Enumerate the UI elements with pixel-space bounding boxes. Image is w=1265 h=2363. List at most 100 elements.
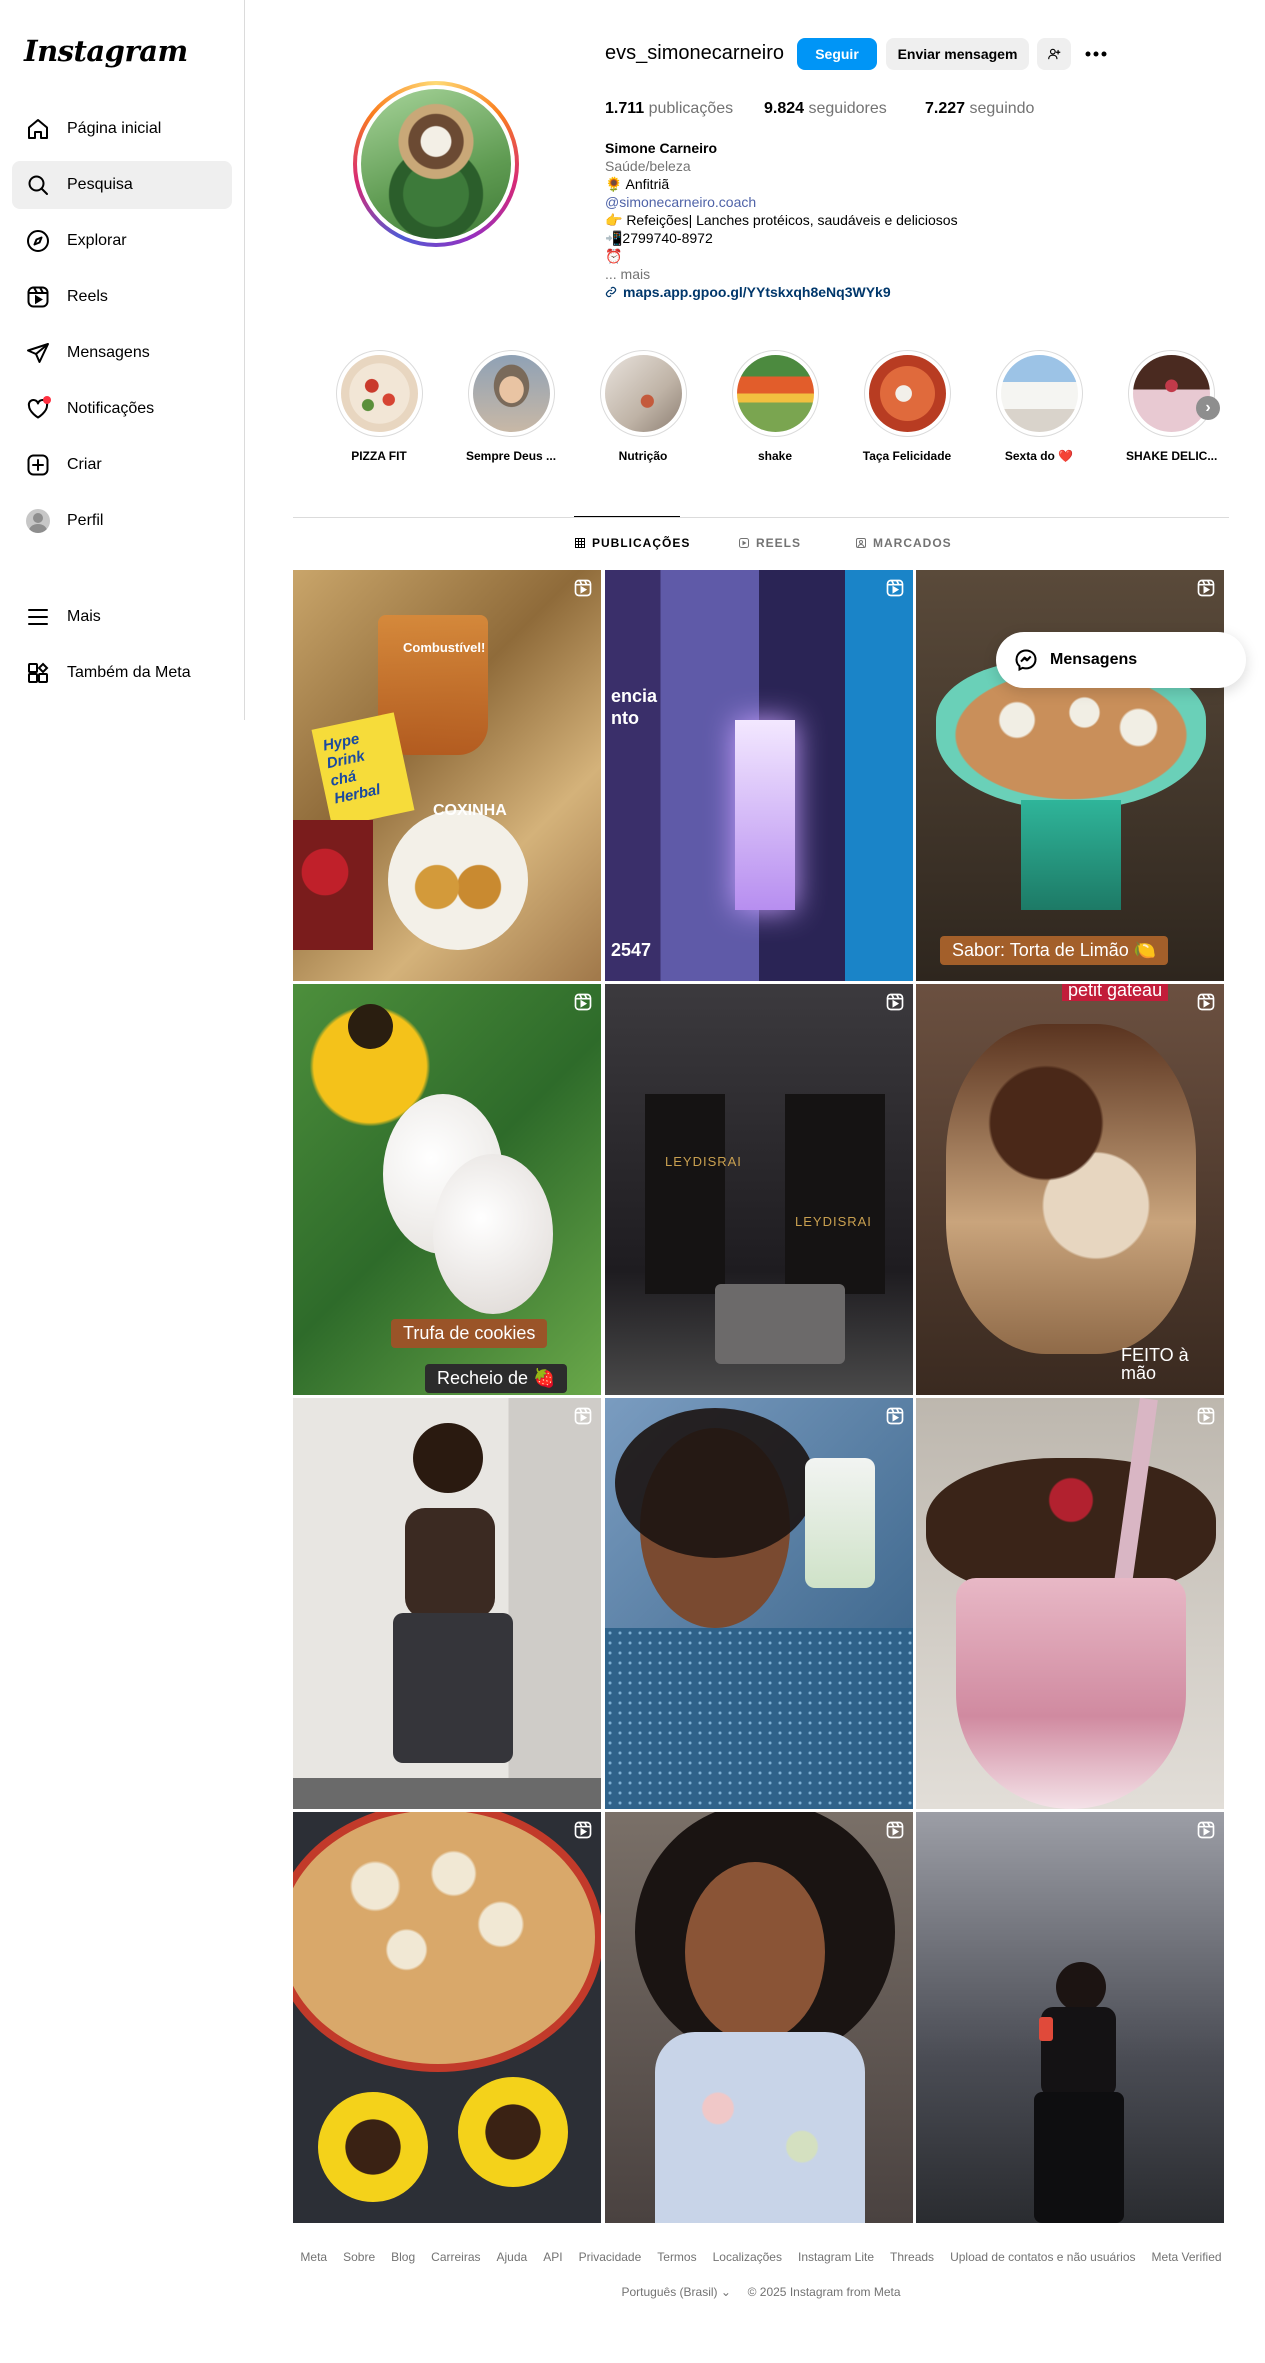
- following-count[interactable]: 7.227 seguindo: [925, 100, 1034, 118]
- highlights-next-button[interactable]: ›: [1196, 396, 1220, 420]
- sidebar-item-label: Pesquisa: [67, 176, 133, 193]
- highlight-cover: [1000, 355, 1078, 432]
- bio-mention-link[interactable]: @simonecarneiro.coach: [605, 193, 756, 211]
- post-item[interactable]: Trufa de cookies Recheio de 🍓: [293, 984, 601, 1395]
- reels-icon: [24, 283, 52, 311]
- highlight-item[interactable]: Nutrição: [598, 350, 688, 463]
- followers-count[interactable]: 9.824 seguidores: [764, 100, 887, 118]
- send-icon: [24, 339, 52, 367]
- reel-icon: [1197, 579, 1215, 597]
- send-message-button[interactable]: Enviar mensagem: [886, 38, 1029, 70]
- post-item[interactable]: encia nto 2547: [605, 570, 913, 981]
- footer-links: Meta Sobre Blog Carreiras Ajuda API Priv…: [293, 2250, 1229, 2264]
- bio-line: 📲2799740-8972: [605, 230, 713, 246]
- copyright: © 2025 Instagram from Meta: [747, 2285, 901, 2299]
- footer-link[interactable]: Sobre: [343, 2250, 375, 2264]
- post-item[interactable]: [605, 1398, 913, 1809]
- footer-link[interactable]: Threads: [890, 2250, 934, 2264]
- language-selector[interactable]: Português (Brasil) ⌄: [621, 2285, 730, 2299]
- sidebar-item-label: Também da Meta: [67, 664, 191, 681]
- reel-icon: [886, 993, 904, 1011]
- bio-external-link[interactable]: maps.app.gpoo.gl/YYtskxqh8eNq3WYk9: [605, 283, 891, 301]
- heart-icon: [24, 395, 52, 423]
- plus-square-icon: [24, 451, 52, 479]
- post-item[interactable]: [293, 1398, 601, 1809]
- sidebar-item-reels[interactable]: Reels: [12, 273, 232, 321]
- sidebar-item-label: Reels: [67, 288, 108, 305]
- footer-link[interactable]: Carreiras: [431, 2250, 480, 2264]
- grid-icon: [575, 538, 585, 548]
- sidebar-item-also-from-meta[interactable]: Também da Meta: [12, 649, 232, 697]
- highlight-cover: [472, 355, 550, 432]
- reel-icon: [1197, 1407, 1215, 1425]
- footer-link[interactable]: Localizações: [713, 2250, 782, 2264]
- highlight-item[interactable]: shake: [730, 350, 820, 463]
- highlight-item[interactable]: PIZZA FIT: [334, 350, 424, 463]
- post-caption: Sabor: Torta de Limão 🍋: [940, 936, 1169, 965]
- more-options-button[interactable]: [1082, 42, 1110, 66]
- footer-link[interactable]: Upload de contatos e não usuários: [950, 2250, 1135, 2264]
- sidebar-item-notifications[interactable]: Notificações: [12, 385, 232, 433]
- post-item[interactable]: petit gateau FEITO à mão: [916, 984, 1224, 1395]
- tab-posts[interactable]: PUBLICAÇÕES: [574, 536, 690, 550]
- profile-name: Simone Carneiro: [605, 140, 718, 156]
- footer-link[interactable]: Instagram Lite: [798, 2250, 874, 2264]
- highlight-item[interactable]: Sexta do ❤️: [994, 350, 1084, 463]
- reel-icon: [574, 579, 592, 597]
- post-item[interactable]: Combustível! Hype Drink chá Herbal COXIN…: [293, 570, 601, 981]
- highlight-cover: [736, 355, 814, 432]
- bio-more-link[interactable]: ... mais: [605, 265, 650, 283]
- highlight-label: SHAKE DELIC...: [1126, 449, 1218, 463]
- sidebar-item-search[interactable]: Pesquisa: [12, 161, 232, 209]
- tab-reels[interactable]: REELS: [738, 536, 801, 550]
- post-overlay-text: 2547: [611, 940, 652, 960]
- ellipsis-icon: [1085, 51, 1107, 57]
- sidebar-item-messages[interactable]: Mensagens: [12, 329, 232, 377]
- footer-link[interactable]: API: [543, 2250, 562, 2264]
- footer-link[interactable]: Meta: [300, 2250, 327, 2264]
- suggested-users-button[interactable]: [1037, 38, 1071, 70]
- messages-floating-button[interactable]: Mensagens: [996, 632, 1246, 688]
- footer-link[interactable]: Blog: [391, 2250, 415, 2264]
- post-caption: Trufa de cookies: [391, 1319, 548, 1348]
- messenger-icon: [1015, 649, 1037, 672]
- footer-link[interactable]: Meta Verified: [1152, 2250, 1222, 2264]
- follow-button[interactable]: Seguir: [797, 38, 877, 70]
- compass-icon: [24, 227, 52, 255]
- footer-bottom: Português (Brasil) ⌄ © 2025 Instagram fr…: [293, 2285, 1229, 2299]
- highlight-item[interactable]: Taça Felicidade: [862, 350, 952, 463]
- sidebar-item-label: Mensagens: [67, 344, 150, 361]
- post-item[interactable]: [293, 1812, 601, 2223]
- post-item[interactable]: [605, 1812, 913, 2223]
- tagged-icon: [856, 538, 866, 548]
- reel-icon: [574, 1821, 592, 1839]
- instagram-logo[interactable]: Instagram: [24, 34, 188, 68]
- sidebar-item-create[interactable]: Criar: [12, 441, 232, 489]
- sidebar-item-label: Notificações: [67, 400, 155, 417]
- notification-dot: [43, 396, 51, 404]
- highlight-item[interactable]: Sempre Deus ...: [466, 350, 556, 463]
- avatar: [26, 509, 50, 533]
- home-icon: [24, 115, 52, 143]
- sidebar-item-more[interactable]: Mais: [12, 593, 232, 641]
- reel-icon: [574, 993, 592, 1011]
- post-item[interactable]: [916, 1398, 1224, 1809]
- sidebar-item-label: Criar: [67, 456, 102, 473]
- post-caption: Recheio de 🍓: [425, 1364, 568, 1393]
- post-overlay-text: COXINHA: [433, 802, 507, 819]
- footer-link[interactable]: Termos: [657, 2250, 696, 2264]
- sidebar-item-profile[interactable]: Perfil: [12, 497, 232, 545]
- post-item[interactable]: LEYDISRAI LEYDISRAI: [605, 984, 913, 1395]
- footer-link[interactable]: Privacidade: [579, 2250, 642, 2264]
- tab-tagged[interactable]: MARCADOS: [855, 536, 952, 550]
- post-item[interactable]: [916, 1812, 1224, 2223]
- profile-avatar[interactable]: [353, 81, 519, 247]
- highlight-cover: [868, 355, 946, 432]
- link-icon: [605, 286, 617, 298]
- highlight-label: Nutrição: [618, 449, 668, 463]
- footer-link[interactable]: Ajuda: [497, 2250, 528, 2264]
- post-overlay-text: petit gateau: [1062, 984, 1169, 1001]
- sidebar-item-home[interactable]: Página inicial: [12, 105, 232, 153]
- profile-category: Saúde/beleza: [605, 158, 691, 174]
- sidebar-item-explore[interactable]: Explorar: [12, 217, 232, 265]
